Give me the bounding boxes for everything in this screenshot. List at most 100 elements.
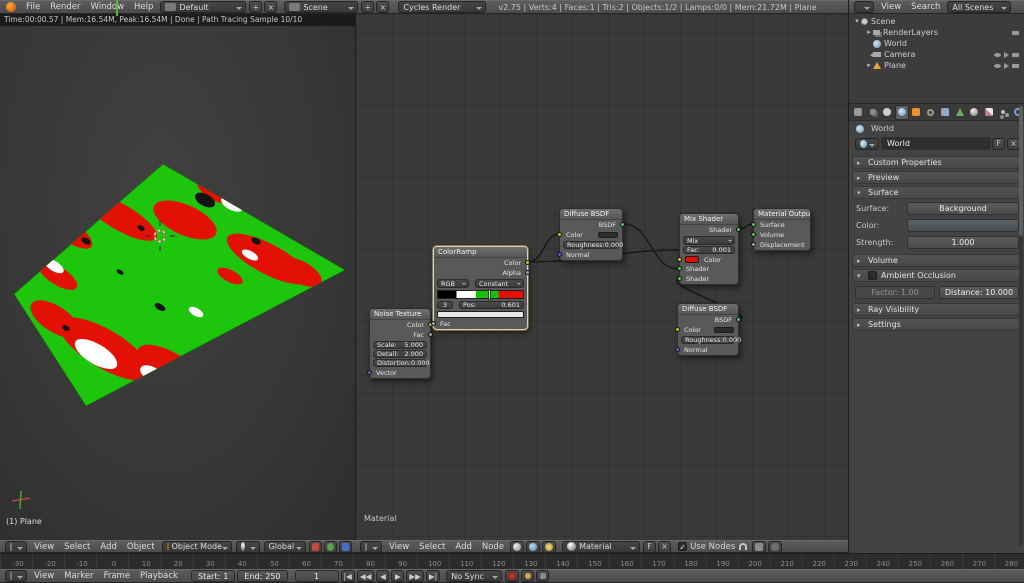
- menu-render[interactable]: Render: [45, 1, 85, 13]
- background-color-swatch[interactable]: [907, 219, 1019, 232]
- ramp-color-mode-dropdown[interactable]: RGB: [437, 279, 469, 288]
- manipulator-translate-button[interactable]: [309, 541, 322, 553]
- renderable-toggle-icon[interactable]: [1012, 64, 1019, 68]
- node-title[interactable]: Diffuse BSDF: [678, 304, 738, 315]
- unlink-datablock-button[interactable]: ×: [658, 541, 671, 553]
- viewport-3d[interactable]: Time:00:00.57 | Mem:16.54M, Peak:16.54M …: [0, 14, 355, 540]
- panel-settings[interactable]: ▸Settings: [852, 318, 1020, 331]
- mode-selector[interactable]: Object Mode: [162, 541, 232, 553]
- screen-layout-add-button[interactable]: +: [249, 1, 262, 13]
- surface-shader-dropdown[interactable]: Background: [907, 202, 1019, 215]
- backdrop-button[interactable]: [768, 541, 782, 553]
- disclosure-triangle[interactable]: ▸: [865, 27, 873, 38]
- outliner-item-camera[interactable]: Camera: [849, 49, 1024, 60]
- visibility-toggle-icon[interactable]: [994, 64, 1001, 68]
- node-title[interactable]: Noise Texture: [370, 309, 430, 320]
- output-socket-bsdf[interactable]: [736, 317, 741, 322]
- timeline-menu-view[interactable]: View: [29, 570, 59, 582]
- panel-ambient-occlusion[interactable]: ▾Ambient Occlusion: [852, 269, 1020, 282]
- fake-user-button[interactable]: F: [992, 138, 1005, 150]
- outliner-display-mode-selector[interactable]: All Scenes: [947, 1, 1011, 13]
- viewport-menu-select[interactable]: Select: [59, 541, 95, 553]
- node-menu-select[interactable]: Select: [414, 541, 450, 553]
- input-socket-surface[interactable]: [751, 222, 756, 227]
- ramp-stop-color-swatch[interactable]: [437, 311, 524, 318]
- tab-object[interactable]: [909, 105, 923, 120]
- outliner-menu-search[interactable]: Search: [906, 1, 945, 13]
- input-socket-shader2[interactable]: [677, 276, 682, 281]
- diffuse-roughness-field[interactable]: Roughness:0.000: [681, 336, 735, 344]
- node-menu-view[interactable]: View: [384, 541, 414, 553]
- play-reverse-button[interactable]: ◀: [376, 570, 389, 582]
- selectability-toggle-icon[interactable]: [1004, 52, 1009, 58]
- ao-distance-field[interactable]: Distance: 10.000: [939, 286, 1019, 299]
- input-socket-shader1[interactable]: [677, 266, 682, 271]
- panel-custom-properties[interactable]: ▸Custom Properties: [852, 156, 1020, 169]
- tab-texture[interactable]: [982, 105, 996, 120]
- mix-color-swatch[interactable]: [685, 256, 699, 263]
- node-editor[interactable]: Noise Texture Color Fac Scale:5.000 Deta…: [355, 14, 848, 540]
- scrollbar-thumb[interactable]: [1019, 106, 1023, 236]
- tab-world[interactable]: [895, 105, 909, 120]
- timeline-menu-playback[interactable]: Playback: [135, 570, 183, 582]
- jump-to-end-button[interactable]: ▶|: [426, 570, 440, 582]
- node-menu-add[interactable]: Add: [450, 541, 476, 553]
- shader-type-lamp-button[interactable]: [542, 541, 556, 553]
- scene-delete-button[interactable]: ×: [376, 1, 389, 13]
- panel-volume[interactable]: ▸Volume: [852, 254, 1020, 267]
- noise-scale-field[interactable]: Scale:5.000: [373, 341, 427, 349]
- input-socket-fac[interactable]: [431, 321, 436, 326]
- ramp-interpolation-dropdown[interactable]: Constant: [475, 279, 524, 288]
- tab-render-layers[interactable]: [866, 105, 880, 120]
- node-material-output[interactable]: Material Output Surface Volume Displacem…: [753, 208, 811, 251]
- viewport-shading-selector[interactable]: [236, 541, 260, 553]
- node-diffuse-bsdf-bottom[interactable]: Diffuse BSDF BSDF Color Roughness:0.000 …: [677, 303, 739, 356]
- outliner-item-scene[interactable]: ▾ Scene: [849, 16, 1024, 27]
- output-socket-color[interactable]: [525, 260, 530, 265]
- menu-window[interactable]: Window: [86, 1, 130, 13]
- input-socket-color[interactable]: [677, 257, 682, 262]
- output-socket-fac[interactable]: [428, 332, 433, 337]
- disclosure-triangle[interactable]: ▾: [853, 16, 861, 27]
- tab-modifiers[interactable]: [938, 105, 952, 120]
- ramp-position-field[interactable]: Pos:0.601: [459, 301, 524, 309]
- input-socket-volume[interactable]: [751, 232, 756, 237]
- tab-particles[interactable]: [996, 105, 1010, 120]
- selectability-toggle-icon[interactable]: [1004, 63, 1009, 69]
- timeline-menu-marker[interactable]: Marker: [59, 570, 98, 582]
- shader-type-world-button[interactable]: [526, 541, 540, 553]
- tab-render[interactable]: [851, 105, 865, 120]
- tab-scene[interactable]: [880, 105, 894, 120]
- menu-help[interactable]: Help: [129, 1, 158, 13]
- node-title[interactable]: Diffuse BSDF: [560, 209, 622, 220]
- diffuse-color-swatch[interactable]: [714, 327, 734, 333]
- properties-editor[interactable]: World World F × ▸Custom Properties ▸Prev…: [848, 104, 1024, 553]
- record-button[interactable]: [505, 570, 519, 582]
- jump-to-start-button[interactable]: |◀: [341, 570, 355, 582]
- scene-selector[interactable]: Scene: [284, 1, 358, 13]
- ramp-stop-index-field[interactable]: 3: [437, 301, 453, 309]
- strength-field[interactable]: 1.000: [907, 236, 1019, 249]
- viewport-menu-view[interactable]: View: [29, 541, 59, 553]
- colorramp-stop-marker[interactable]: [489, 290, 490, 299]
- viewport-menu-object[interactable]: Object: [122, 541, 160, 553]
- node-mix-shader[interactable]: Mix Shader Shader Mix Fac:0.001 Color Sh…: [679, 213, 739, 285]
- node-menu-node[interactable]: Node: [477, 541, 509, 553]
- visibility-toggle-icon[interactable]: [994, 53, 1001, 57]
- node-title[interactable]: Material Output: [754, 209, 810, 220]
- colorramp-gradient-bar[interactable]: [437, 290, 524, 299]
- sync-playback-button[interactable]: [536, 570, 549, 582]
- mix-blend-dropdown[interactable]: Mix: [683, 236, 735, 245]
- input-socket-color[interactable]: [557, 232, 562, 237]
- render-result-button[interactable]: [752, 541, 766, 553]
- current-frame-indicator[interactable]: [116, 0, 118, 16]
- panel-ray-visibility[interactable]: ▸Ray Visibility: [852, 303, 1020, 316]
- panel-surface[interactable]: ▾Surface: [852, 186, 1020, 199]
- outliner-item-world[interactable]: World: [849, 38, 1024, 49]
- outliner-item-plane[interactable]: ▸ Plane: [849, 60, 1024, 71]
- screen-layout-selector[interactable]: Default: [160, 1, 246, 13]
- outliner-menu-view[interactable]: View: [876, 1, 906, 13]
- use-nodes-toggle[interactable]: ✓Use Nodes: [678, 542, 735, 552]
- browse-world-button[interactable]: [855, 138, 879, 150]
- use-nodes-checkbox[interactable]: ✓: [678, 542, 687, 551]
